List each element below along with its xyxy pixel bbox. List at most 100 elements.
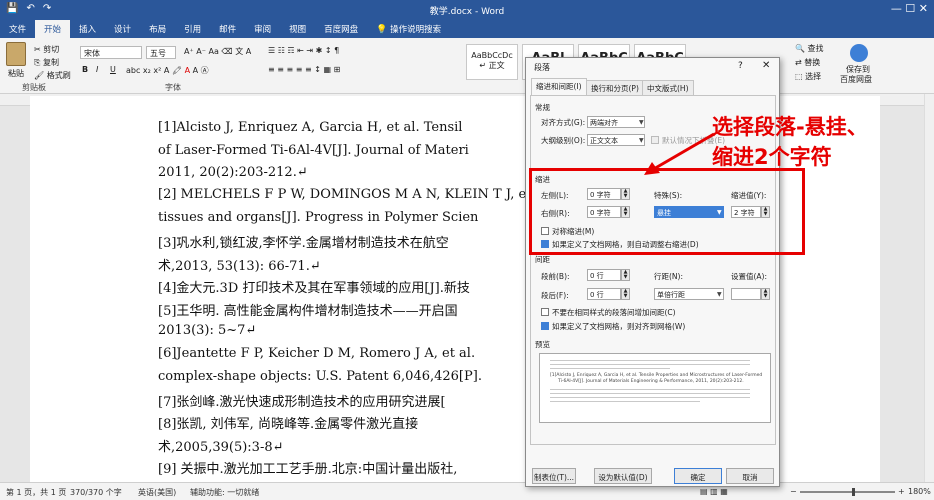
find-label: 查找: [807, 44, 824, 53]
tab-references[interactable]: 引用: [175, 20, 210, 38]
doc-line[interactable]: tissues and organs[J]. Progress in Polym…: [158, 210, 478, 225]
doc-line[interactable]: 术,2005,39(5):3-8↵: [158, 436, 284, 455]
select-button[interactable]: ⬚ 选择: [795, 71, 821, 82]
paragraph-list-buttons[interactable]: ☰ ☷ ☶ ⇤ ⇥ ✱ ↕ ¶: [268, 46, 339, 55]
style-normal-name: ↵ 正文: [479, 61, 505, 70]
zoom-level[interactable]: 180%: [908, 487, 931, 496]
doc-line[interactable]: [7]张剑峰.激光快速成形制造技术的应用研究进展[: [158, 391, 446, 410]
save-to-netdisk-line2[interactable]: 百度网盘: [840, 74, 872, 85]
style-normal[interactable]: AaBbCcDc ↵ 正文: [466, 44, 518, 80]
set-default-button[interactable]: 设为默认值(D): [594, 468, 652, 484]
title-bar: 💾 ↶ ↷ 教学.docx - Word — ☐ ✕: [0, 0, 934, 20]
status-bar: 第 1 页，共 1 页 370/370 个字 英语(美国) 辅助功能: 一切就绪…: [0, 482, 934, 500]
find-button[interactable]: 🔍 查找: [795, 43, 824, 54]
tab-file[interactable]: 文件: [0, 20, 35, 38]
preview-line: [550, 360, 750, 361]
ribbon: 粘贴 ✂ 剪切 ⎘ 复制 🖌 格式刷 剪贴板 宋体 五号 A⁺ A⁻ Aa ⌫ …: [0, 38, 934, 94]
tab-mailings[interactable]: 邮件: [210, 20, 245, 38]
select-label: 选择: [805, 72, 822, 81]
doc-line[interactable]: [1]Alcisto J, Enriquez A, Garcia H, et a…: [158, 120, 462, 135]
bold-button[interactable]: B: [82, 65, 88, 74]
help-icon[interactable]: ?: [738, 61, 743, 71]
doc-line[interactable]: complex-shape objects: U.S. Patent 6,046…: [158, 369, 482, 384]
space-after-input[interactable]: 0 行: [587, 288, 621, 300]
space-after-spinner[interactable]: ▲ ▼: [621, 288, 630, 300]
tab-asian-typography[interactable]: 中文版式(H): [642, 80, 694, 95]
annotation-line-2: 缩进2个字符: [712, 145, 832, 169]
paste-icon[interactable]: [6, 42, 26, 66]
preview-section: 预览: [535, 340, 550, 349]
baidu-save-icon[interactable]: [850, 44, 868, 62]
tell-me-search[interactable]: 💡 操作说明搜索: [367, 20, 450, 38]
underline-button[interactable]: U: [110, 65, 116, 74]
spacing-at-input[interactable]: [731, 288, 761, 300]
paragraph-align-buttons[interactable]: ≡ ≡ ≡ ≡ ≡ ↕ ▦ ⊞: [268, 65, 340, 74]
outline-level-select[interactable]: 正文文本: [587, 134, 645, 146]
tab-line-page-breaks[interactable]: 换行和分页(P): [586, 80, 644, 95]
word-count[interactable]: 370/370 个字: [70, 487, 122, 498]
tab-home[interactable]: 开始: [35, 20, 71, 38]
zoom-slider-handle[interactable]: [852, 488, 855, 496]
ok-button[interactable]: 确定: [674, 468, 722, 484]
paste-button[interactable]: 粘贴: [8, 68, 24, 79]
doc-line[interactable]: 2011, 20(2):203-212.↵: [158, 165, 308, 180]
space-before-spinner[interactable]: ▲ ▼: [621, 269, 630, 281]
doc-line[interactable]: [8]张凯, 刘伟军, 尚晓峰等.金属零件激光直接: [158, 413, 418, 432]
doc-line[interactable]: [4]金大元.3D 打印技术及其在军事领域的应用[J].新技: [158, 277, 470, 296]
zoom-out-icon[interactable]: −: [790, 487, 797, 496]
zoom-slider[interactable]: [800, 491, 895, 493]
font-format-buttons[interactable]: abc x₂ x² A 🖍 A A Ⓐ: [126, 65, 209, 76]
snap-to-grid-checkbox[interactable]: [541, 322, 549, 330]
font-grow-shrink[interactable]: A⁺ A⁻ Aa ⌫ 文 A: [184, 46, 251, 57]
cut-button[interactable]: ✂ 剪切: [34, 44, 59, 55]
tab-baidu-netdisk[interactable]: 百度网盘: [315, 20, 367, 38]
spacing-at-spinner[interactable]: ▲ ▼: [761, 288, 770, 300]
window-controls[interactable]: — ☐ ✕: [891, 2, 928, 15]
doc-line[interactable]: [3]巩水利,锁红波,李怀学.金属增材制造技术在航空: [158, 232, 449, 251]
doc-line[interactable]: [6]Jeantette F P, Keicher D M, Romero J …: [158, 346, 475, 361]
no-space-same-style-checkbox[interactable]: [541, 308, 549, 316]
doc-line[interactable]: [2] MELCHELS F P W, DOMINGOS M A N, KLEI…: [158, 187, 526, 202]
annotation-line-1: 选择段落-悬挂、: [712, 115, 868, 139]
outline-level-label: 大纲级别(O):: [541, 136, 586, 145]
preview-line: [550, 368, 670, 369]
page-count[interactable]: 第 1 页，共 1 页: [6, 487, 66, 498]
line-spacing-select[interactable]: 单倍行距: [654, 288, 724, 300]
italic-button[interactable]: I: [96, 65, 98, 74]
tab-design[interactable]: 设计: [105, 20, 140, 38]
zoom-in-icon[interactable]: +: [898, 487, 905, 496]
space-after-label: 段后(F):: [541, 291, 569, 300]
cancel-button[interactable]: 取消: [726, 468, 774, 484]
preview-box: [1]Alcisto J, Enriquez A, Garcia H, et a…: [539, 353, 771, 423]
doc-line[interactable]: 2013(3): 5~7↵: [158, 323, 256, 338]
accessibility-status[interactable]: 辅助功能: 一切就绪: [190, 487, 259, 498]
doc-line[interactable]: [5]王华明. 高性能金属构件增材制造技术——开启国: [158, 300, 458, 319]
tab-indents-spacing[interactable]: 缩进和间距(I): [531, 78, 587, 95]
doc-line[interactable]: 术,2013, 53(13): 66-71.↵: [158, 255, 321, 274]
font-size-combo[interactable]: 五号: [146, 46, 176, 59]
close-icon[interactable]: ✕: [762, 60, 770, 71]
font-name-combo[interactable]: 宋体: [80, 46, 142, 59]
alignment-select[interactable]: 两端对齐: [587, 116, 645, 128]
cut-label: 剪切: [43, 45, 60, 54]
doc-line[interactable]: [9] 关振中.激光加工工艺手册.北京:中国计量出版社,: [158, 458, 457, 477]
tab-view[interactable]: 视图: [280, 20, 315, 38]
tab-insert[interactable]: 插入: [70, 20, 105, 38]
alignment-label: 对齐方式(G):: [541, 118, 586, 127]
view-mode-icons[interactable]: ▤ ▥ ▦: [700, 487, 728, 496]
language[interactable]: 英语(美国): [138, 487, 176, 498]
tab-review[interactable]: 审阅: [245, 20, 280, 38]
space-before-input[interactable]: 0 行: [587, 269, 621, 281]
clipboard-group-label: 剪贴板: [22, 83, 46, 92]
tabs-button[interactable]: 制表位(T)...: [532, 468, 576, 484]
copy-button[interactable]: ⎘ 复制: [34, 57, 59, 68]
annotation-highlight-box: [529, 168, 805, 255]
lightbulb-icon: 💡: [376, 25, 388, 35]
replace-button[interactable]: ⇄ 替换: [795, 57, 820, 68]
tab-layout[interactable]: 布局: [140, 20, 175, 38]
preview-line: [550, 393, 750, 394]
format-painter-label: 格式刷: [46, 71, 71, 80]
doc-line[interactable]: of Laser-Formed Ti-6Al-4V[J]. Journal of…: [158, 143, 469, 158]
annotation-callout: 选择段落-悬挂、 缩进2个字符: [712, 112, 927, 172]
format-painter-button[interactable]: 🖌 格式刷: [34, 70, 71, 81]
